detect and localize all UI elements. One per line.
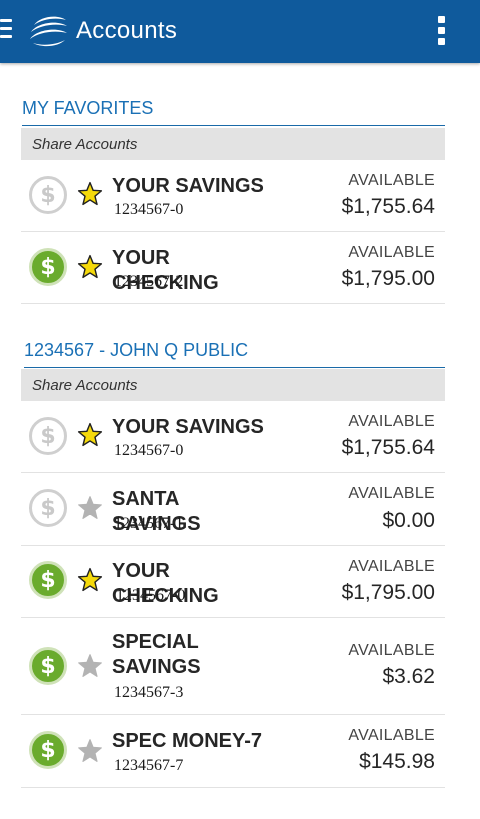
account-row[interactable]: $ YOUR SAVINGS 1234567-0 AVAILABLE $1,75… <box>21 160 445 232</box>
account-number: 1234567-0 <box>116 587 186 604</box>
account-number: 1234567-1 <box>114 515 184 532</box>
account-name: YOUR SAVINGS <box>112 175 264 197</box>
account-name: YOUR SAVINGS <box>112 416 264 438</box>
overflow-menu-icon[interactable] <box>438 16 446 48</box>
account-number: 1234567-0 <box>114 201 184 218</box>
account-number: 1234567-0 <box>114 442 184 459</box>
available-amount: $0.00 <box>382 509 435 532</box>
dollar-icon: $ <box>29 248 67 286</box>
favorites-group-header: Share Accounts <box>21 128 445 160</box>
star-favorite-icon[interactable] <box>77 567 103 593</box>
page-title: Accounts <box>76 17 178 44</box>
account-row[interactable]: $ SANTA SAVINGS 1234567-1 AVAILABLE $0.0… <box>21 473 445 546</box>
hamburger-menu-icon[interactable] <box>0 19 14 45</box>
available-label: AVAILABLE <box>348 642 435 659</box>
available-amount: $1,795.00 <box>341 267 435 290</box>
star-favorite-icon[interactable] <box>77 254 103 280</box>
available-amount: $1,755.64 <box>341 195 435 218</box>
star-empty-icon[interactable] <box>77 653 103 679</box>
available-label: AVAILABLE <box>348 244 435 261</box>
account-number: 1234567-7 <box>114 757 184 774</box>
favorites-section-title: MY FAVORITES <box>22 98 445 126</box>
account-row[interactable]: $ YOUR SAVINGS 1234567-0 AVAILABLE $1,75… <box>21 401 445 473</box>
available-label: AVAILABLE <box>348 485 435 502</box>
available-amount: $1,755.64 <box>341 436 435 459</box>
available-label: AVAILABLE <box>348 172 435 189</box>
account-row[interactable]: $ YOUR CHECKING 1234567-2 AVAILABLE $1,7… <box>21 232 445 304</box>
account-name: SPEC MONEY-7 <box>112 730 263 752</box>
account-row[interactable]: $ YOUR CHECKING 1234567-0 AVAILABLE $1,7… <box>21 546 445 618</box>
available-label: AVAILABLE <box>348 413 435 430</box>
available-label: AVAILABLE <box>348 558 435 575</box>
account-number: 1234567-2 <box>114 273 184 290</box>
dollar-icon: $ <box>29 489 67 527</box>
dollar-icon: $ <box>29 176 67 214</box>
available-amount: $1,795.00 <box>341 581 435 604</box>
account-row[interactable]: $ SPECIAL SAVINGS 1234567-3 AVAILABLE $3… <box>21 618 445 715</box>
star-favorite-icon[interactable] <box>77 422 103 448</box>
account-number: 1234567-3 <box>114 684 184 701</box>
available-amount: $145.98 <box>359 750 435 773</box>
available-label: AVAILABLE <box>348 727 435 744</box>
member-section-title: 1234567 - JOHN Q PUBLIC <box>24 340 445 368</box>
credit-union-logo-icon <box>30 16 67 47</box>
dollar-icon: $ <box>29 731 67 769</box>
dollar-icon: $ <box>29 647 67 685</box>
star-empty-icon[interactable] <box>77 738 103 764</box>
account-name: SPECIAL SAVINGS <box>112 631 201 678</box>
star-favorite-icon[interactable] <box>77 181 103 207</box>
star-empty-icon[interactable] <box>77 495 103 521</box>
app-bar: Accounts <box>0 0 480 63</box>
dollar-icon: $ <box>29 417 67 455</box>
dollar-icon: $ <box>29 561 67 599</box>
member-group-header: Share Accounts <box>21 369 445 401</box>
available-amount: $3.62 <box>382 665 435 688</box>
account-row[interactable]: $ SPEC MONEY-7 1234567-7 AVAILABLE $145.… <box>21 715 445 788</box>
